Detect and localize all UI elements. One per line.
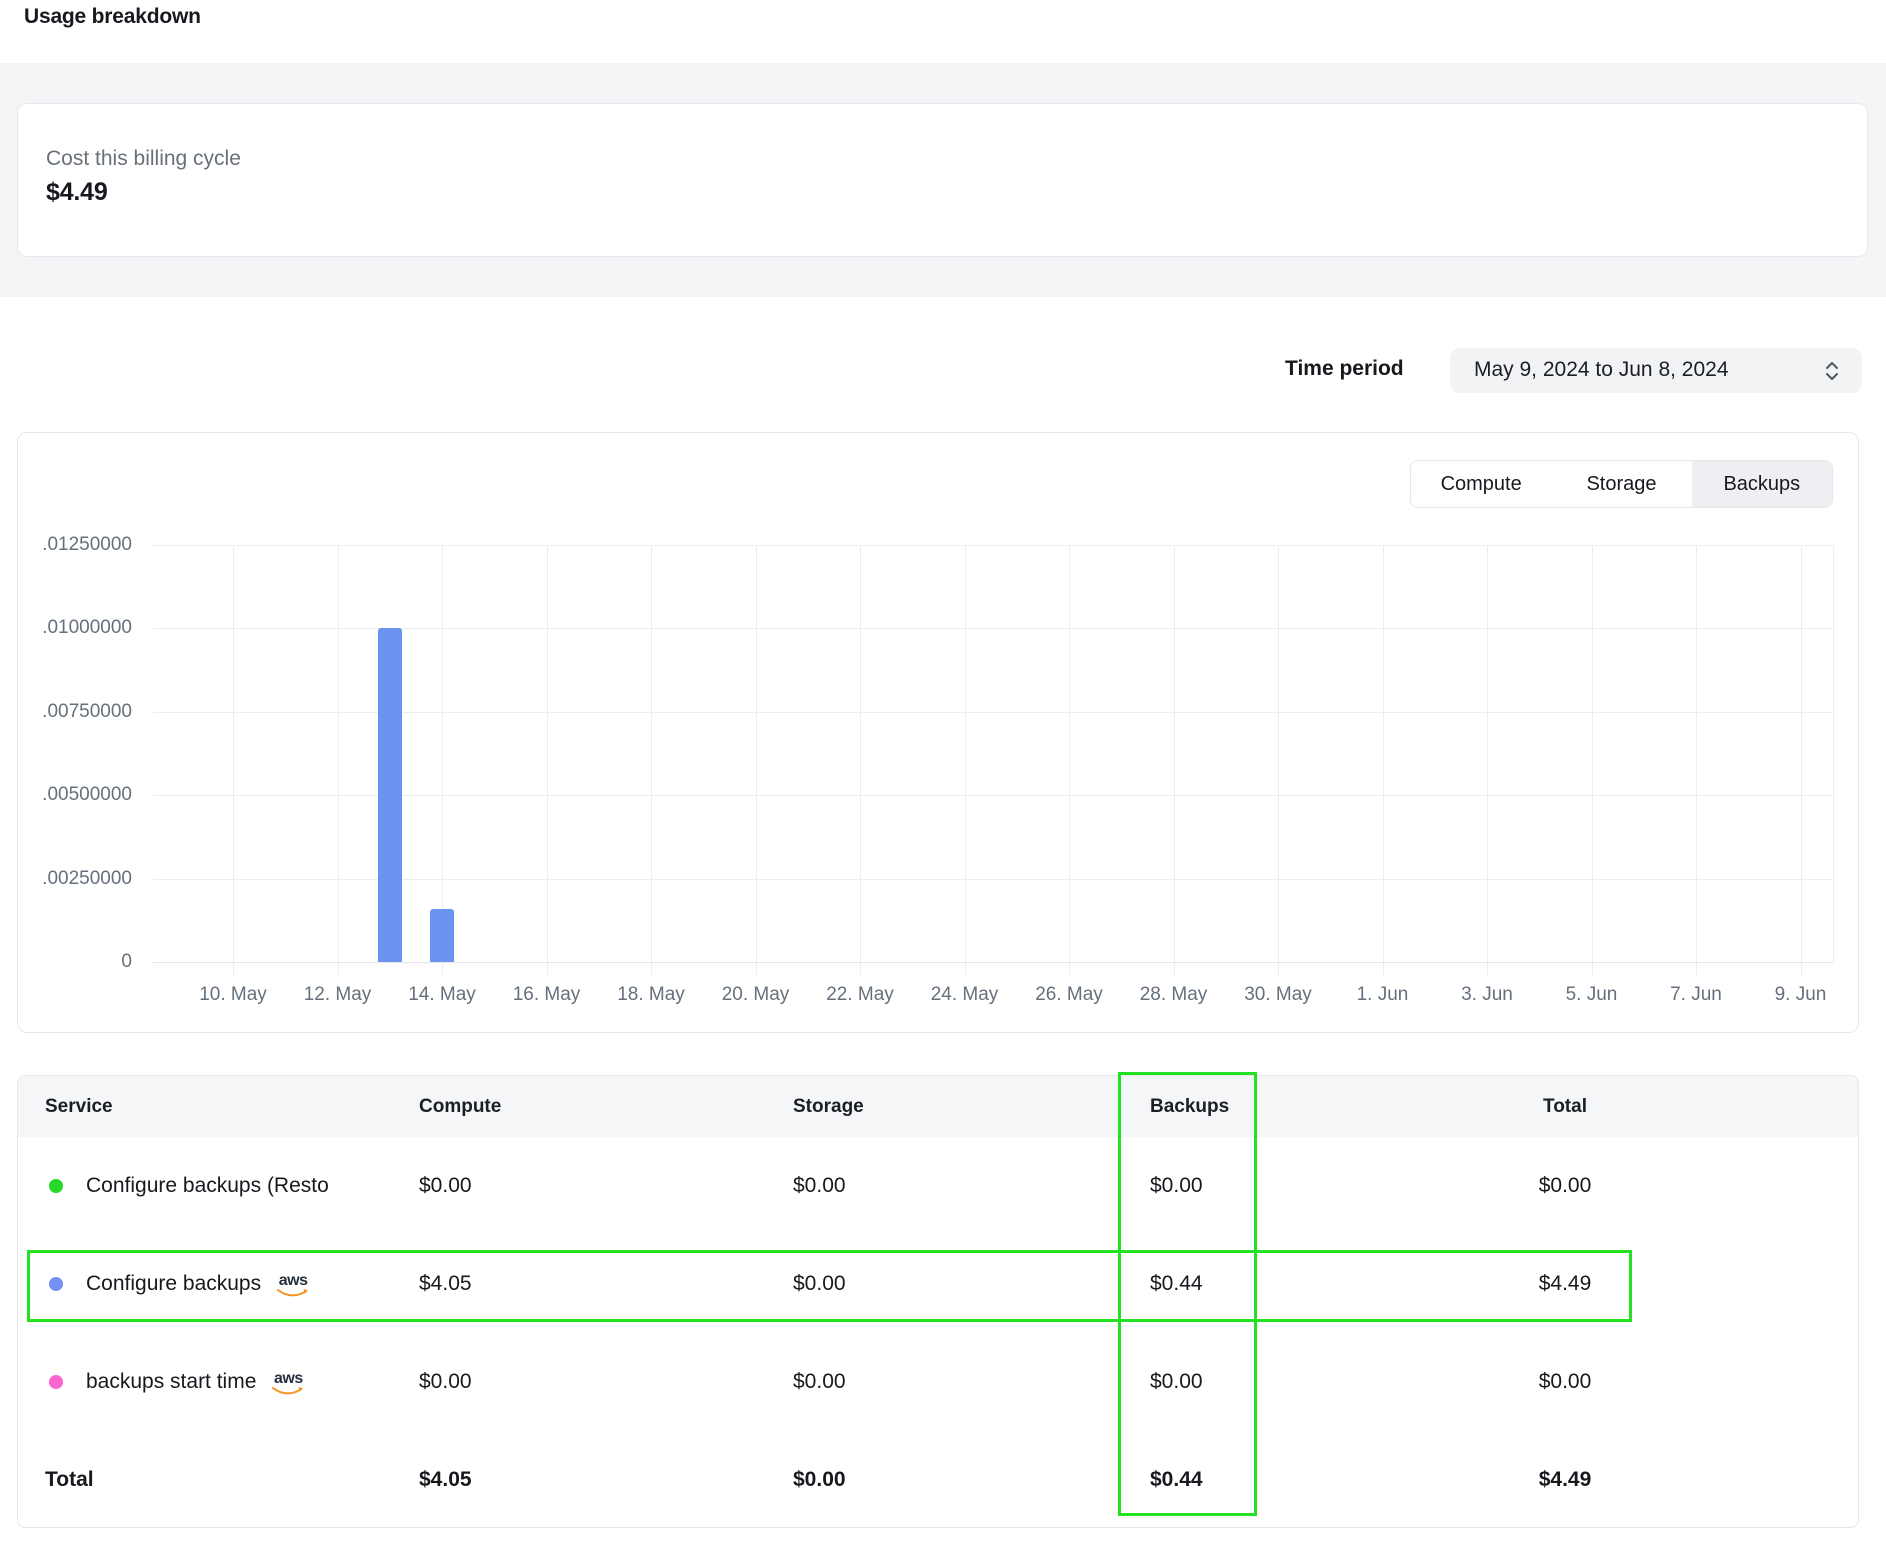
- cell-compute: $4.05: [419, 1272, 793, 1296]
- gridline-vertical: [1801, 545, 1802, 975]
- gridline-horizontal: [153, 628, 1833, 629]
- cell-compute: $4.05: [419, 1468, 793, 1492]
- gridline-horizontal: [153, 962, 1833, 963]
- aws-logo-text: aws: [274, 1372, 303, 1386]
- gridline-vertical: [547, 545, 548, 975]
- x-axis-label: 26. May: [1035, 984, 1103, 1006]
- cell-storage: $0.00: [793, 1468, 1150, 1492]
- x-axis-label: 24. May: [931, 984, 999, 1006]
- gridline-horizontal: [153, 795, 1833, 796]
- column-header-service: Service: [45, 1096, 419, 1118]
- usage-chart-card: Compute Storage Backups .01250000 .010000…: [17, 432, 1859, 1033]
- column-header-backups: Backups: [1150, 1096, 1290, 1118]
- y-axis-label: 0: [22, 951, 132, 973]
- gridline-horizontal: [153, 879, 1833, 880]
- gridline-vertical: [1696, 545, 1697, 975]
- service-name: Configure backups: [86, 1272, 261, 1296]
- x-axis-label: 5. Jun: [1566, 984, 1618, 1006]
- tab-backups[interactable]: Backups: [1692, 461, 1832, 507]
- table-row: Configure backups (Resto $0.00 $0.00 $0.…: [18, 1137, 1858, 1235]
- service-dot: [49, 1179, 63, 1193]
- x-axis-label: 10. May: [199, 984, 267, 1006]
- service-name: backups start time: [86, 1370, 256, 1394]
- y-axis-label: .00500000: [22, 784, 132, 806]
- cell-backups: $0.44: [1150, 1272, 1290, 1296]
- gridline-vertical: [860, 545, 861, 975]
- x-axis-label: 28. May: [1140, 984, 1208, 1006]
- usage-table-header: Service Compute Storage Backups Total: [18, 1076, 1858, 1137]
- cell-backups: $0.44: [1150, 1468, 1290, 1492]
- gridline-vertical: [1174, 545, 1175, 975]
- gridline-horizontal: [153, 712, 1833, 713]
- cell-backups: $0.00: [1150, 1370, 1290, 1394]
- x-axis-label: 16. May: [513, 984, 581, 1006]
- gridline-vertical: [338, 545, 339, 975]
- cell-compute: $0.00: [419, 1370, 793, 1394]
- cost-card: Cost this billing cycle $4.49: [17, 103, 1868, 257]
- table-row: Configure backups aws $4.05 $0.00 $0.44 …: [18, 1235, 1858, 1333]
- cell-total: $0.00: [1290, 1174, 1840, 1198]
- gridline-vertical: [233, 545, 234, 975]
- cell-backups: $0.00: [1150, 1174, 1290, 1198]
- x-axis-label: 9. Jun: [1775, 984, 1827, 1006]
- cell-total: $4.49: [1290, 1468, 1840, 1492]
- x-axis-label: 12. May: [304, 984, 372, 1006]
- plot-area: 10. May12. May14. May16. May18. May20. M…: [153, 545, 1833, 962]
- cost-value: $4.49: [46, 178, 108, 207]
- table-row: backups start time aws $0.00 $0.00 $0.00…: [18, 1333, 1858, 1431]
- y-axis-label: .01250000: [22, 534, 132, 556]
- x-axis-label: 18. May: [617, 984, 685, 1006]
- gridline-vertical: [1487, 545, 1488, 975]
- cell-storage: $0.00: [793, 1174, 1150, 1198]
- chevron-expand-icon: [1824, 361, 1840, 381]
- gridline-vertical: [1278, 545, 1279, 975]
- x-axis-label: 7. Jun: [1670, 984, 1722, 1006]
- gridline-vertical: [1383, 545, 1384, 975]
- service-dot: [49, 1277, 63, 1291]
- gridline-vertical: [1592, 545, 1593, 975]
- cell-storage: $0.00: [793, 1272, 1150, 1296]
- aws-logo-text: aws: [279, 1274, 308, 1288]
- cell-total: $4.49: [1290, 1272, 1840, 1296]
- page-title: Usage breakdown: [24, 5, 201, 29]
- billing-cycle-band: Cost this billing cycle $4.49: [0, 63, 1886, 297]
- aws-logo-icon: aws: [272, 1372, 304, 1395]
- y-axis-label: .00750000: [22, 701, 132, 723]
- gridline-horizontal: [153, 545, 1833, 546]
- time-period-select[interactable]: May 9, 2024 to Jun 8, 2024: [1450, 348, 1862, 393]
- service-name: Configure backups (Resto: [86, 1174, 329, 1198]
- x-axis-label: 3. Jun: [1461, 984, 1513, 1006]
- chart-bar[interactable]: [430, 909, 454, 962]
- gridline-vertical: [651, 545, 652, 975]
- tab-compute[interactable]: Compute: [1411, 461, 1551, 507]
- cell-total: $0.00: [1290, 1370, 1840, 1394]
- x-axis-label: 30. May: [1244, 984, 1312, 1006]
- x-axis-label: 14. May: [408, 984, 476, 1006]
- aws-logo-icon: aws: [277, 1274, 309, 1297]
- gridline-vertical: [1833, 545, 1834, 962]
- cell-compute: $0.00: [419, 1174, 793, 1198]
- column-header-total: Total: [1290, 1096, 1840, 1118]
- total-label: Total: [45, 1468, 419, 1492]
- y-axis-label: .01000000: [22, 617, 132, 639]
- time-period-value: May 9, 2024 to Jun 8, 2024: [1474, 358, 1729, 382]
- column-header-storage: Storage: [793, 1096, 1150, 1118]
- chart-tabs: Compute Storage Backups: [1410, 460, 1833, 508]
- gridline-vertical: [1069, 545, 1070, 975]
- tab-storage[interactable]: Storage: [1551, 461, 1691, 507]
- cell-storage: $0.00: [793, 1370, 1150, 1394]
- y-axis-label: .00250000: [22, 868, 132, 890]
- time-period-label: Time period: [1285, 357, 1404, 381]
- chart-bar[interactable]: [378, 628, 402, 962]
- column-header-compute: Compute: [419, 1096, 793, 1118]
- gridline-vertical: [756, 545, 757, 975]
- x-axis-label: 22. May: [826, 984, 894, 1006]
- x-axis-label: 1. Jun: [1357, 984, 1409, 1006]
- cost-label: Cost this billing cycle: [46, 147, 241, 171]
- table-total-row: Total $4.05 $0.00 $0.44 $4.49: [18, 1431, 1858, 1528]
- gridline-vertical: [965, 545, 966, 975]
- usage-table-card: Service Compute Storage Backups Total Co…: [17, 1075, 1859, 1528]
- x-axis-label: 20. May: [722, 984, 790, 1006]
- service-dot: [49, 1375, 63, 1389]
